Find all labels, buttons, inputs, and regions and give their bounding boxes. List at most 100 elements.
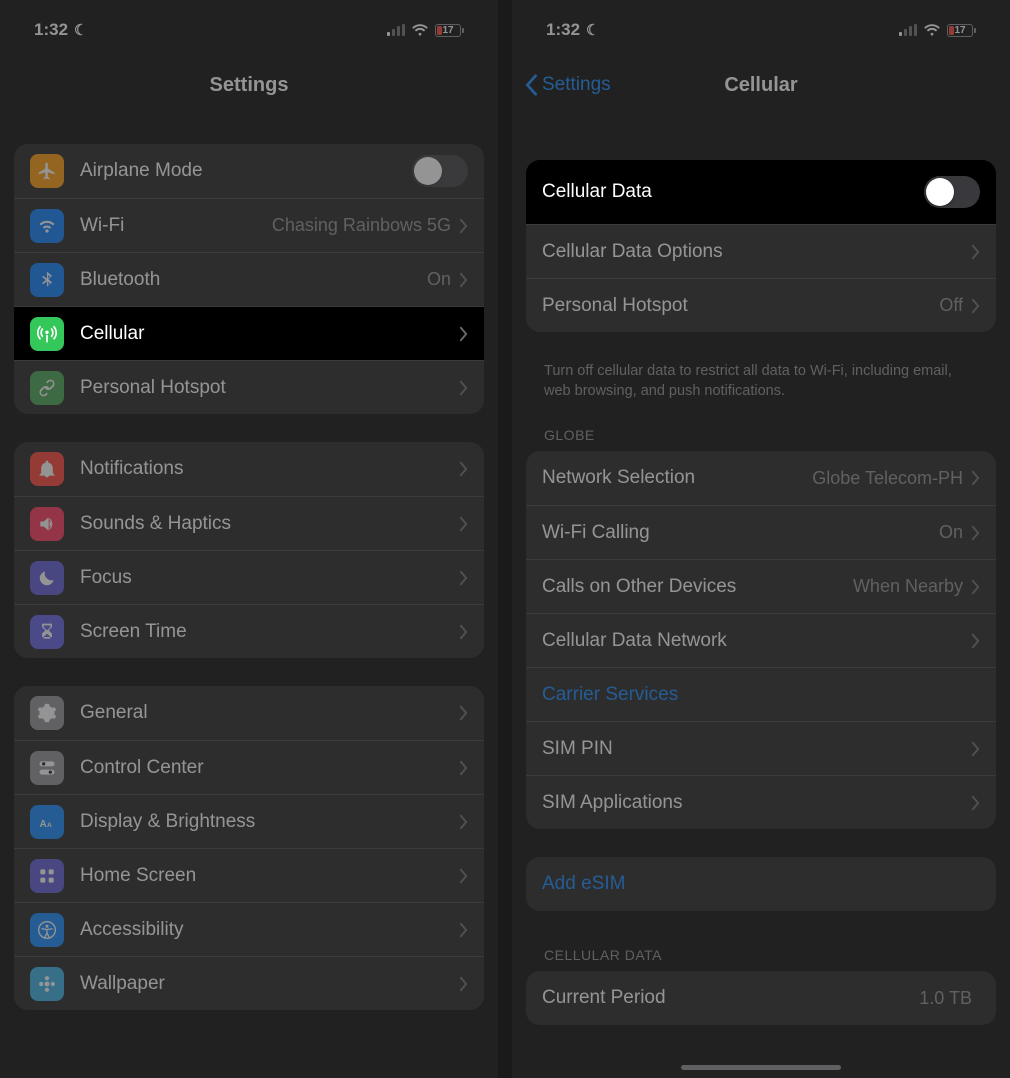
row-detail: Globe Telecom-PH [812, 468, 963, 489]
row-label: Current Period [542, 987, 919, 1009]
row-label: Cellular Data [542, 181, 924, 203]
chevron-right-icon [459, 272, 468, 288]
row-label: Calls on Other Devices [542, 576, 853, 598]
wifi-icon [30, 209, 64, 243]
row-sim-pin[interactable]: SIM PIN [526, 721, 996, 775]
row-current-period[interactable]: Current Period 1.0 TB [526, 971, 996, 1025]
cellular-data-footer: Turn off cellular data to restrict all d… [526, 354, 996, 419]
airplane-icon [30, 154, 64, 188]
chevron-right-icon [971, 470, 980, 486]
row-cellular-data[interactable]: Cellular Data [526, 160, 996, 224]
bell-icon [30, 452, 64, 486]
row-control-center[interactable]: Control Center [14, 740, 484, 794]
chevron-right-icon [971, 633, 980, 649]
row-wifi-calling[interactable]: Wi-Fi Calling On [526, 505, 996, 559]
settings-group-general: General Control Center AA Display & Brig… [14, 686, 484, 1010]
row-label: Cellular [80, 323, 459, 345]
row-sim-applications[interactable]: SIM Applications [526, 775, 996, 829]
row-screen-time[interactable]: Screen Time [14, 604, 484, 658]
chevron-right-icon [971, 579, 980, 595]
carrier-group: Network Selection Globe Telecom-PH Wi-Fi… [526, 451, 996, 829]
chevron-right-icon [459, 570, 468, 586]
usage-group: Current Period 1.0 TB [526, 971, 996, 1025]
row-home-screen[interactable]: Home Screen [14, 848, 484, 902]
nav-bar: Settings Cellular [512, 60, 1010, 110]
carrier-section-header: GLOBE [526, 419, 996, 451]
cellular-data-toggle[interactable] [924, 176, 980, 208]
row-airplane-mode[interactable]: Airplane Mode [14, 144, 484, 198]
chevron-right-icon [971, 525, 980, 541]
row-label: Personal Hotspot [80, 377, 459, 399]
hourglass-icon [30, 615, 64, 649]
row-cellular[interactable]: Cellular [14, 306, 484, 360]
nav-bar: Settings [0, 60, 498, 110]
row-detail: Chasing Rainbows 5G [272, 215, 451, 236]
esim-group: Add eSIM [526, 857, 996, 911]
row-display-brightness[interactable]: AA Display & Brightness [14, 794, 484, 848]
row-label: Cellular Data Network [542, 630, 971, 652]
row-general[interactable]: General [14, 686, 484, 740]
row-label: Wi-Fi [80, 215, 272, 237]
row-label: Wallpaper [80, 973, 459, 995]
row-cellular-data-options[interactable]: Cellular Data Options [526, 224, 996, 278]
row-label: Cellular Data Options [542, 241, 971, 263]
row-sounds[interactable]: Sounds & Haptics [14, 496, 484, 550]
airplane-toggle[interactable] [412, 155, 468, 187]
chevron-right-icon [971, 244, 980, 260]
chevron-right-icon [459, 461, 468, 477]
row-label: Add eSIM [542, 873, 980, 895]
row-personal-hotspot[interactable]: Personal Hotspot [14, 360, 484, 414]
row-focus[interactable]: Focus [14, 550, 484, 604]
row-personal-hotspot[interactable]: Personal Hotspot Off [526, 278, 996, 332]
speaker-icon [30, 507, 64, 541]
moon-icon: ☾ [586, 21, 599, 39]
row-wifi[interactable]: Wi-Fi Chasing Rainbows 5G [14, 198, 484, 252]
page-title: Settings [210, 74, 289, 97]
row-label: Focus [80, 567, 459, 589]
row-wallpaper[interactable]: Wallpaper [14, 956, 484, 1010]
row-calls-other-devices[interactable]: Calls on Other Devices When Nearby [526, 559, 996, 613]
chevron-right-icon [459, 218, 468, 234]
row-label: Screen Time [80, 621, 459, 643]
row-label: Wi-Fi Calling [542, 522, 939, 544]
chevron-right-icon [459, 624, 468, 640]
row-carrier-services[interactable]: Carrier Services [526, 667, 996, 721]
row-detail: On [939, 522, 963, 543]
row-label: Control Center [80, 757, 459, 779]
row-bluetooth[interactable]: Bluetooth On [14, 252, 484, 306]
row-network-selection[interactable]: Network Selection Globe Telecom-PH [526, 451, 996, 505]
home-indicator[interactable] [681, 1065, 841, 1070]
row-label: Sounds & Haptics [80, 513, 459, 535]
row-add-esim[interactable]: Add eSIM [526, 857, 996, 911]
chevron-right-icon [459, 516, 468, 532]
battery-icon: 17 [435, 24, 464, 37]
cellular-signal-icon [387, 24, 405, 36]
wifi-icon [411, 23, 429, 37]
status-time: 1:32 [546, 20, 580, 40]
row-detail: Off [939, 295, 963, 316]
battery-icon: 17 [947, 24, 976, 37]
antenna-icon [30, 317, 64, 351]
row-label: Personal Hotspot [542, 295, 939, 317]
moon-icon: ☾ [74, 21, 87, 39]
gear-icon [30, 696, 64, 730]
row-detail: When Nearby [853, 576, 963, 597]
bluetooth-icon [30, 263, 64, 297]
status-bar: 1:32 ☾ 17 [0, 0, 498, 60]
row-detail: 1.0 TB [919, 988, 972, 1009]
row-notifications[interactable]: Notifications [14, 442, 484, 496]
row-label: SIM PIN [542, 738, 971, 760]
flower-icon [30, 967, 64, 1001]
row-accessibility[interactable]: Accessibility [14, 902, 484, 956]
textsize-icon: AA [30, 805, 64, 839]
chevron-right-icon [971, 741, 980, 757]
back-button[interactable]: Settings [524, 74, 611, 96]
settings-root-screen: 1:32 ☾ 17 Settings Airplane Mode Wi [0, 0, 498, 1078]
chevron-right-icon [971, 795, 980, 811]
row-label: Airplane Mode [80, 160, 412, 182]
settings-group-connectivity: Airplane Mode Wi-Fi Chasing Rainbows 5G … [14, 144, 484, 414]
row-cellular-data-network[interactable]: Cellular Data Network [526, 613, 996, 667]
chevron-right-icon [459, 705, 468, 721]
cellular-settings-screen: 1:32 ☾ 17 Settings Cellular Cellular Dat… [512, 0, 1010, 1078]
row-label: Home Screen [80, 865, 459, 887]
